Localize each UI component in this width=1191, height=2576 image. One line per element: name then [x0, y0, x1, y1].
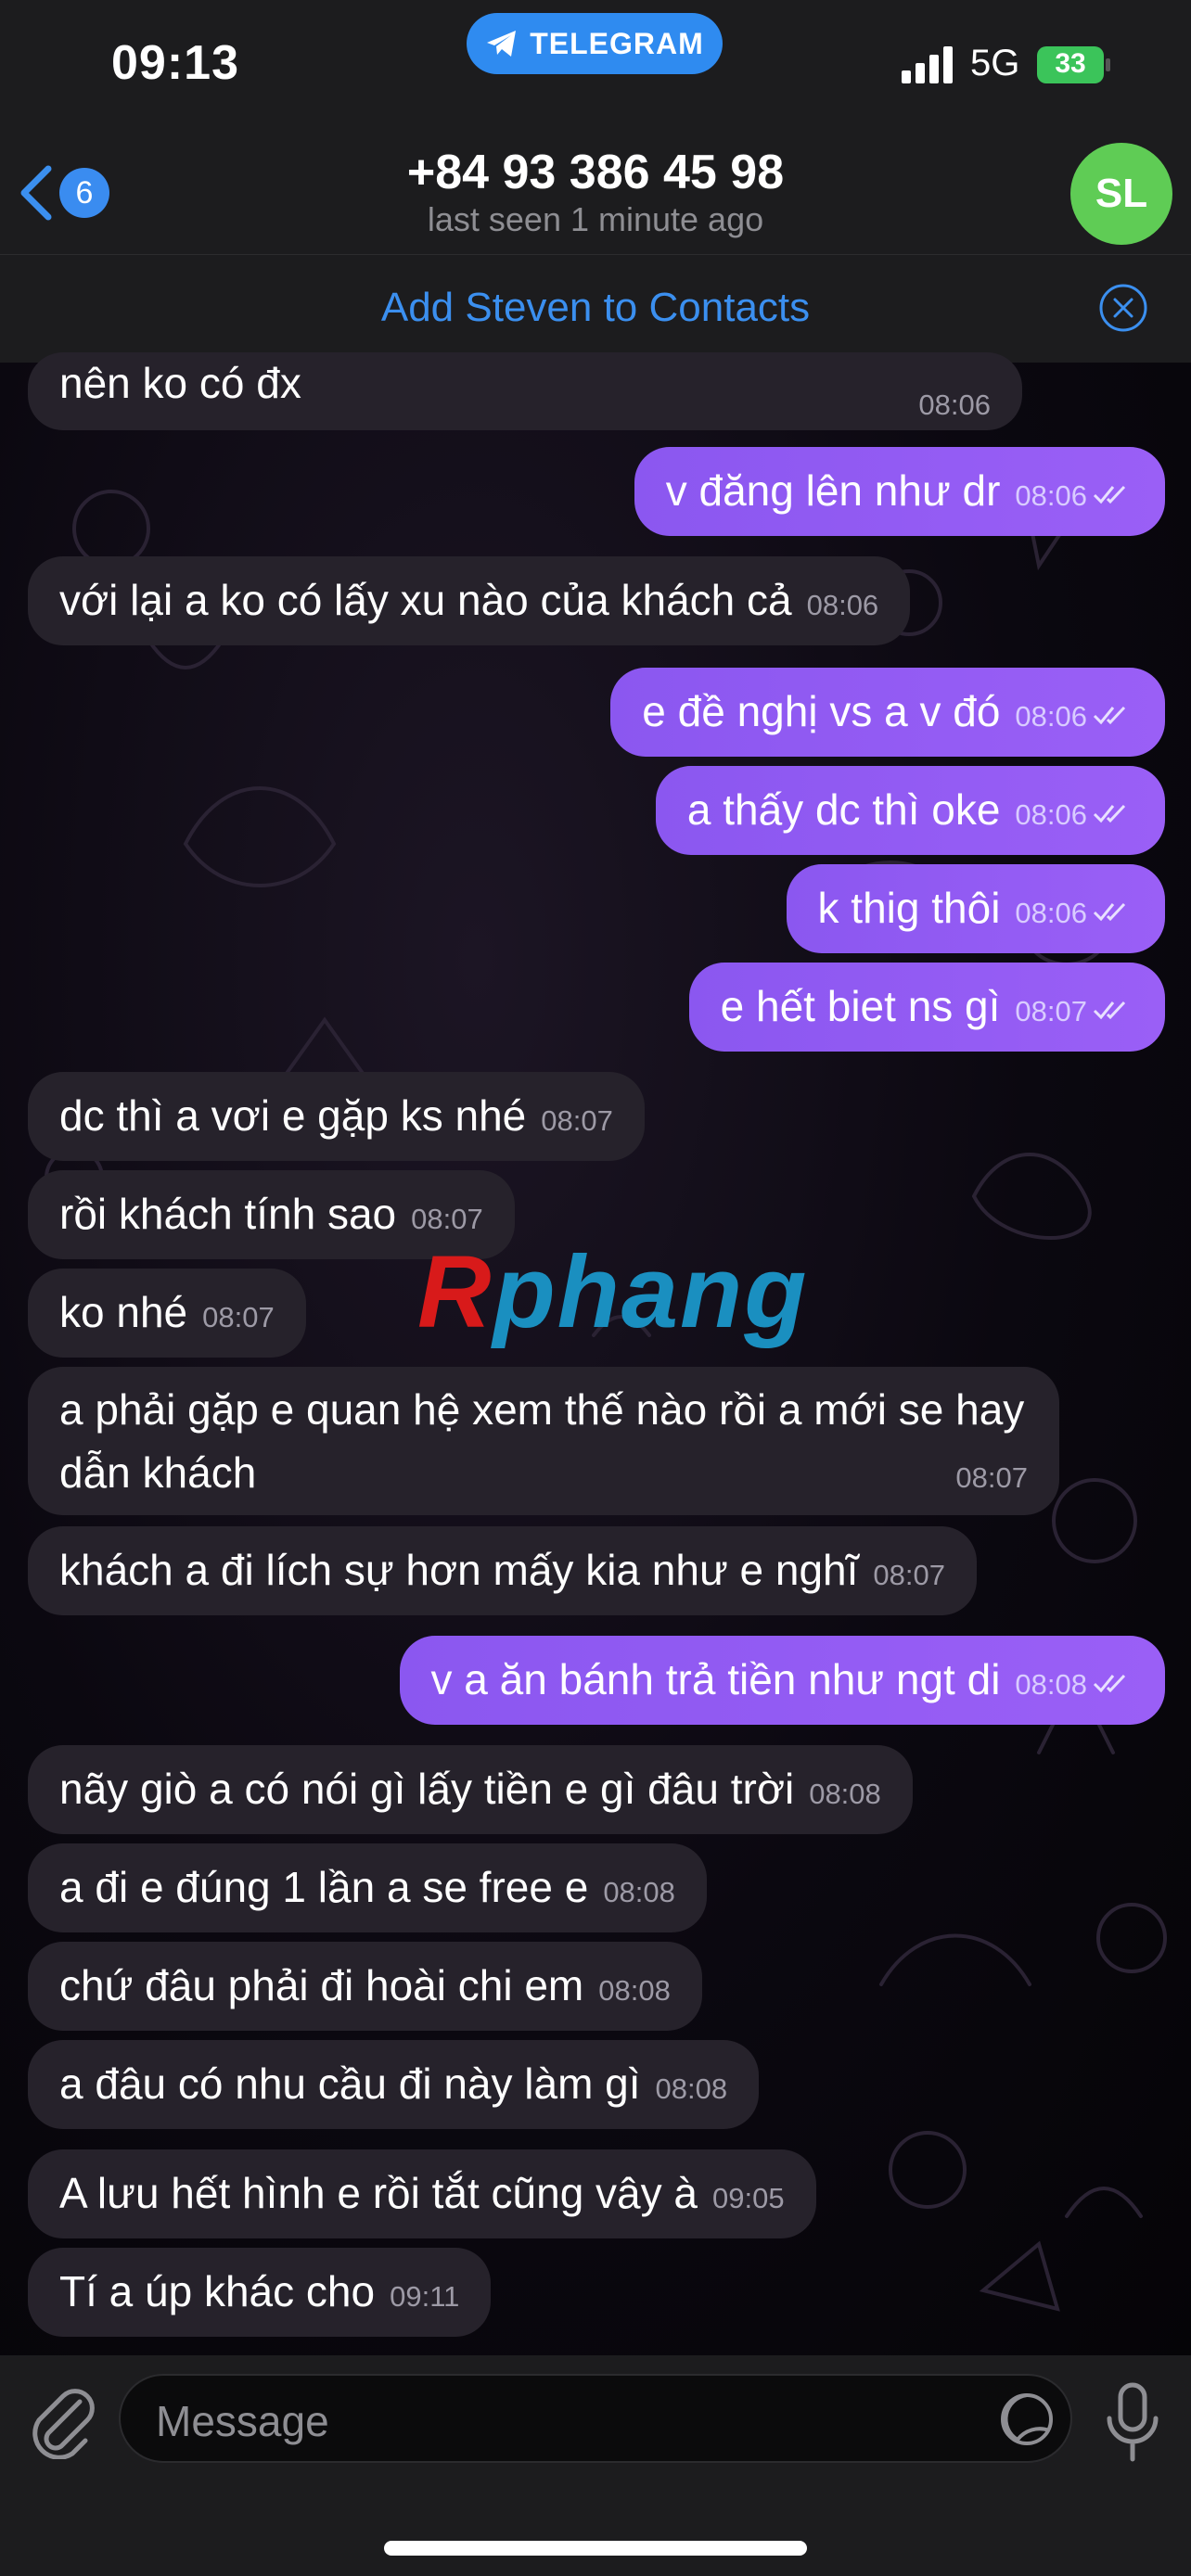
message-time: 08:06: [1015, 479, 1087, 512]
message-time: 08:07: [202, 1301, 275, 1333]
message-text: nên ko có đx: [59, 359, 301, 407]
contact-title[interactable]: +84 93 386 45 98: [0, 145, 1191, 200]
read-ticks-icon: [1093, 1674, 1126, 1693]
message-time: 08:08: [809, 1778, 881, 1810]
telegram-icon: [487, 31, 517, 57]
message-time: 08:07: [541, 1104, 613, 1137]
close-circle-icon[interactable]: [1098, 283, 1148, 333]
message-bubble-outgoing[interactable]: v đăng lên như dr 08:06: [634, 447, 1165, 536]
message-time: 08:06: [1015, 897, 1087, 929]
add-contact-banner: Add Steven to Contacts: [0, 254, 1191, 363]
message-text: e đề nghị vs a v đó: [642, 687, 1001, 735]
message-input[interactable]: Message: [119, 2374, 1072, 2463]
message-time: 09:11: [390, 2280, 460, 2313]
message-text: v a ăn bánh trả tiền như ngt di: [430, 1655, 1001, 1703]
message-bubble-incoming[interactable]: a phải gặp e quan hệ xem thế nào rồi a m…: [28, 1367, 1059, 1515]
telegram-pill-label: TELEGRAM: [530, 26, 704, 60]
message-text: dc thì a vơi e gặp ks nhé: [59, 1091, 527, 1140]
message-placeholder: Message: [156, 2397, 329, 2445]
watermark-first: R: [417, 1235, 493, 1349]
message-bubble-outgoing[interactable]: e hết biet ns gì 08:07: [688, 963, 1165, 1052]
watermark-logo: Rphang: [417, 1233, 808, 1351]
chat-header: 6 +84 93 386 45 98 last seen 1 minute ag…: [0, 139, 1191, 254]
message-input-bar: Message: [0, 2355, 1191, 2576]
message-time: 08:06: [1015, 798, 1087, 831]
message-text: a phải gặp e quan hệ xem thế nào rồi a m…: [59, 1385, 1025, 1497]
message-bubble-incoming[interactable]: a đi e đúng 1 lần a se free e 08:08: [28, 1843, 707, 1932]
read-ticks-icon: [1093, 1001, 1126, 1020]
watermark-rest: phang: [493, 1235, 809, 1349]
message-bubble-outgoing[interactable]: e đề nghị vs a v đó 08:06: [610, 668, 1165, 757]
status-bar: 09:13 TELEGRAM 5G 33: [0, 0, 1191, 139]
read-ticks-icon: [1093, 485, 1126, 504]
message-text: a đâu có nhu cầu đi này làm gì: [59, 2060, 641, 2108]
message-text: rồi khách tính sao: [59, 1190, 397, 1238]
message-time: 08:07: [1015, 995, 1087, 1027]
message-bubble-outgoing[interactable]: k thig thôi 08:06: [786, 864, 1165, 953]
message-bubble-incoming[interactable]: nên ko có đx 08:06: [28, 352, 1022, 430]
message-text: k thig thôi: [817, 884, 1001, 932]
message-text: với lại a ko có lấy xu nào của khách cả: [59, 576, 792, 624]
message-bubble-incoming[interactable]: ko nhé 08:07: [28, 1269, 306, 1358]
message-text: Tí a úp khác cho: [59, 2267, 376, 2315]
message-text: e hết biet ns gì: [720, 982, 1001, 1030]
read-ticks-icon: [1093, 706, 1126, 725]
sticker-icon[interactable]: [996, 2389, 1057, 2450]
network-type: 5G: [970, 43, 1020, 83]
message-time: 08:06: [1015, 700, 1087, 733]
message-bubble-incoming[interactable]: chứ đâu phải đi hoài chi em 08:08: [28, 1942, 702, 2031]
message-text: nãy giò a có nói gì lấy tiền e gì đâu tr…: [59, 1765, 795, 1813]
message-time: 08:08: [655, 2072, 728, 2105]
signal-icon: [902, 46, 953, 83]
telegram-pill[interactable]: TELEGRAM: [467, 13, 723, 74]
message-text: a thấy dc thì oke: [686, 785, 1001, 834]
message-time: 09:05: [712, 2182, 785, 2214]
chat-screen: 09:13 TELEGRAM 5G 33 6 +84 93 386 45 98 …: [0, 0, 1191, 2576]
message-text: a đi e đúng 1 lần a se free e: [59, 1863, 589, 1911]
message-bubble-outgoing[interactable]: a thấy dc thì oke 08:06: [655, 766, 1165, 855]
read-ticks-icon: [1093, 902, 1126, 922]
add-contact-link[interactable]: Add Steven to Contacts: [0, 285, 1191, 331]
message-time: 08:08: [603, 1876, 675, 1908]
avatar[interactable]: SL: [1070, 143, 1172, 245]
message-text: chứ đâu phải đi hoài chi em: [59, 1961, 584, 2009]
message-bubble-incoming[interactable]: a đâu có nhu cầu đi này làm gì 08:08: [28, 2040, 760, 2129]
mic-icon[interactable]: [1100, 2381, 1165, 2463]
message-bubble-outgoing[interactable]: v a ăn bánh trả tiền như ngt di 08:08: [399, 1636, 1165, 1725]
message-bubble-incoming[interactable]: khách a đi lích sự hơn mấy kia như e ngh…: [28, 1526, 977, 1615]
message-time: 08:06: [806, 589, 879, 621]
message-time: 08:06: [918, 389, 991, 421]
clock: 09:13: [111, 36, 239, 90]
message-time: 08:08: [598, 1974, 671, 2007]
message-text: khách a đi lích sự hơn mấy kia như e ngh…: [59, 1546, 859, 1594]
message-text: A lưu hết hình e rồi tắt cũng vây à: [59, 2169, 698, 2217]
message-time: 08:07: [955, 1461, 1028, 1494]
message-time: 08:08: [1015, 1668, 1087, 1701]
message-bubble-incoming[interactable]: với lại a ko có lấy xu nào của khách cả 0…: [28, 556, 911, 645]
last-seen-status: last seen 1 minute ago: [427, 200, 764, 238]
message-bubble-incoming[interactable]: A lưu hết hình e rồi tắt cũng vây à 09:05: [28, 2149, 816, 2238]
message-text: v đăng lên như dr: [665, 466, 1001, 515]
read-ticks-icon: [1093, 804, 1126, 823]
message-time: 08:07: [873, 1559, 945, 1591]
battery-level: 33: [1055, 48, 1086, 79]
home-indicator[interactable]: [384, 2541, 807, 2556]
message-bubble-incoming[interactable]: nãy giò a có nói gì lấy tiền e gì đâu tr…: [28, 1745, 913, 1834]
battery-cap: [1106, 58, 1110, 71]
battery-indicator: 33: [1037, 46, 1110, 83]
message-text: ko nhé: [59, 1288, 188, 1336]
message-bubble-incoming[interactable]: dc thì a vơi e gặp ks nhé 08:07: [28, 1072, 645, 1161]
paperclip-icon[interactable]: [26, 2385, 96, 2459]
message-bubble-incoming[interactable]: Tí a úp khác cho 09:11: [28, 2248, 492, 2337]
